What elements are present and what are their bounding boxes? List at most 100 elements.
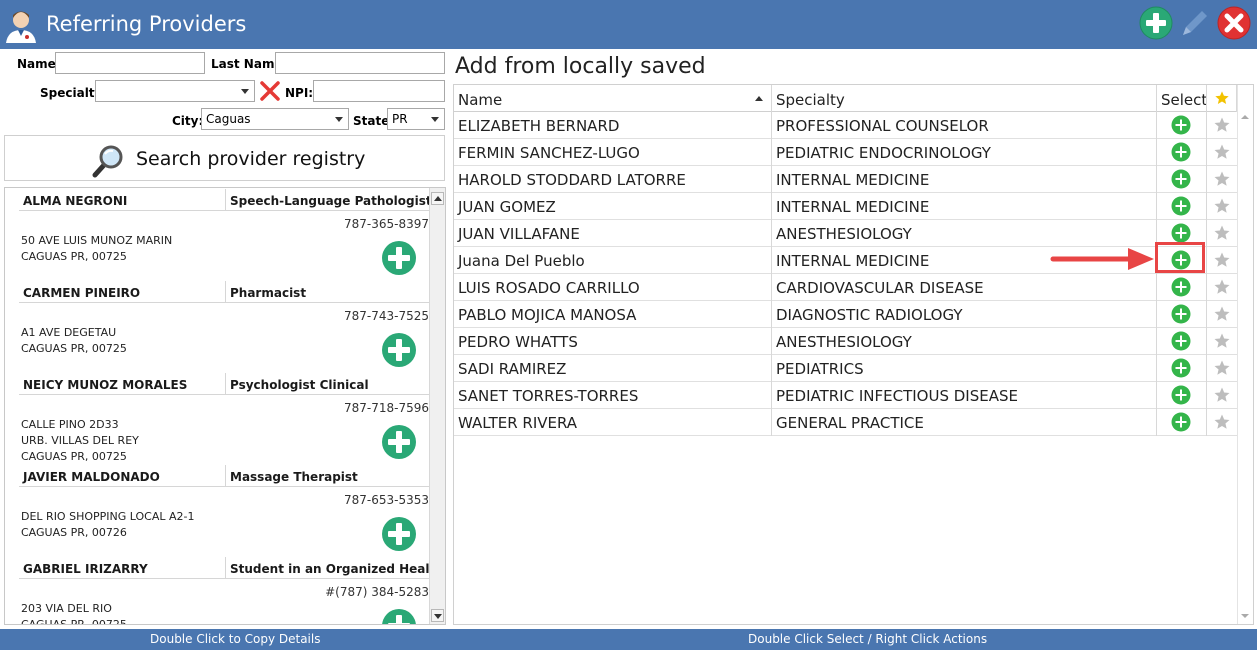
grid-row[interactable]: PEDRO WHATTS ANESTHESIOLOGY [454,328,1237,355]
scroll-down-icon[interactable] [1241,614,1249,618]
last-name-input[interactable] [275,52,445,74]
local-providers-grid[interactable]: Name Specialty Select ELIZABETH BERNARD P… [453,84,1254,625]
grid-cell-name: JUAN VILLAFANE [458,225,580,243]
state-select[interactable]: PR [387,108,445,130]
chevron-down-icon [335,117,343,122]
favorite-star-icon[interactable] [1213,116,1231,134]
registry-results-list[interactable]: ALMA NEGRONI Speech-Language Pathologist 7… [4,187,446,625]
city-select[interactable]: Caguas [201,108,349,130]
header-divider [225,557,226,579]
grid-row[interactable]: JUAN GOMEZ INTERNAL MEDICINE [454,193,1237,220]
registry-card[interactable]: JAVIER MALDONADO Massage Therapist 787-653… [19,465,433,557]
header-divider [225,189,226,211]
registry-address-line: CALLE PINO 2D33 [21,418,119,431]
registry-card[interactable]: NEICY MUNOZ MORALES Psychologist Clinical… [19,373,433,465]
grid-row[interactable]: PABLO MOJICA MANOSA DIAGNOSTIC RADIOLOGY [454,301,1237,328]
registry-card[interactable]: ALMA NEGRONI Speech-Language Pathologist 7… [19,189,433,281]
favorite-star-icon[interactable] [1213,386,1231,404]
registry-card[interactable]: CARMEN PINEIRO Pharmacist 787-743-7525 A1 A… [19,281,433,373]
select-plus-icon[interactable] [1171,115,1191,135]
name-input[interactable] [55,52,205,74]
specialty-select[interactable] [95,80,255,102]
grid-cell-name: ELIZABETH BERNARD [458,117,620,135]
registry-address-line: CAGUAS PR, 00725 [21,250,127,263]
registry-scrollbar[interactable] [429,188,445,624]
grid-row[interactable]: SADI RAMIREZ PEDIATRICS [454,355,1237,382]
scroll-up-icon[interactable] [1241,115,1249,119]
npi-input[interactable] [313,80,445,102]
grid-row[interactable]: JUAN VILLAFANE ANESTHESIOLOGY [454,220,1237,247]
grid-header: Name Specialty Select [454,85,1253,112]
grid-row[interactable]: ELIZABETH BERNARD PROFESSIONAL COUNSELOR [454,112,1237,139]
add-provider-plus-icon[interactable] [381,608,417,624]
registry-provider-name: CARMEN PINEIRO [23,286,141,300]
select-plus-icon[interactable] [1171,142,1191,162]
grid-row[interactable]: SANET TORRES-TORRES PEDIATRIC INFECTIOUS … [454,382,1237,409]
favorite-star-icon[interactable] [1213,197,1231,215]
sort-ascending-icon [755,96,763,101]
grid-cell-name: JUAN GOMEZ [458,198,556,216]
grid-scrollbar[interactable] [1237,85,1253,624]
favorite-star-icon[interactable] [1213,143,1231,161]
favorite-star-icon[interactable] [1213,278,1231,296]
favorite-star-icon[interactable] [1213,251,1231,269]
favorite-star-icon[interactable] [1213,224,1231,242]
add-provider-plus-icon[interactable] [381,240,417,276]
add-provider-plus-icon[interactable] [381,424,417,460]
select-plus-icon[interactable] [1171,223,1191,243]
grid-row[interactable]: WALTER RIVERA GENERAL PRACTICE [454,409,1237,436]
search-registry-button[interactable]: Search provider registry [4,135,445,181]
select-plus-icon[interactable] [1171,169,1191,189]
favorite-star-icon[interactable] [1213,413,1231,431]
magnifier-icon [92,145,123,178]
grid-row[interactable]: HAROLD STODDARD LATORRE INTERNAL MEDICINE [454,166,1237,193]
state-value: PR [392,112,408,126]
registry-provider-name: NEICY MUNOZ MORALES [23,378,188,392]
edit-pencil-icon[interactable] [1177,5,1213,41]
grid-cell-specialty: GENERAL PRACTICE [776,414,924,432]
select-plus-icon[interactable] [1171,304,1191,324]
add-provider-plus-icon[interactable] [381,332,417,368]
clear-specialty-icon[interactable] [259,80,281,102]
grid-cell-specialty: PROFESSIONAL COUNSELOR [776,117,989,135]
favorite-star-icon[interactable] [1213,332,1231,350]
select-plus-icon[interactable] [1171,331,1191,351]
grid-row[interactable]: LUIS ROSADO CARRILLO CARDIOVASCULAR DISEA… [454,274,1237,301]
add-provider-plus-icon[interactable] [381,516,417,552]
column-header-name[interactable]: Name [454,85,506,112]
grid-cell-name: LUIS ROSADO CARRILLO [458,279,640,297]
favorite-star-icon[interactable] [1213,305,1231,323]
registry-card[interactable]: GABRIEL IRIZARRY Student in an Organized … [19,557,433,624]
favorite-star-icon[interactable] [1213,359,1231,377]
chevron-down-icon [431,117,439,122]
registry-provider-specialty: Pharmacist [230,286,307,300]
select-plus-icon[interactable] [1171,277,1191,297]
registry-address-line: CAGUAS PR, 00726 [21,526,127,539]
select-plus-icon[interactable] [1171,412,1191,432]
city-value: Caguas [206,112,251,126]
scroll-down-icon[interactable] [431,609,444,622]
grid-row[interactable]: FERMIN SANCHEZ-LUGO PEDIATRIC ENDOCRINOLO… [454,139,1237,166]
chevron-down-icon [241,89,249,94]
add-provider-button[interactable] [1138,5,1174,41]
registry-address-line: A1 AVE DEGETAU [21,326,117,339]
favorite-star-icon[interactable] [1213,170,1231,188]
scroll-up-icon[interactable] [431,192,444,205]
header-divider [225,373,226,395]
close-button[interactable] [1216,5,1252,41]
registry-provider-name: JAVIER MALDONADO [23,470,160,484]
registry-provider-name: GABRIEL IRIZARRY [23,562,148,576]
column-header-select[interactable]: Select [1157,85,1211,112]
favorite-header-star-icon[interactable] [1214,90,1230,106]
registry-provider-phone: #(787) 384-5283 [325,585,429,599]
select-plus-icon[interactable] [1171,385,1191,405]
registry-provider-phone: 787-365-8397 [343,217,429,231]
column-header-specialty[interactable]: Specialty [772,85,849,112]
annotation-arrow-icon [1050,248,1154,270]
status-left-hint: Double Click to Copy Details [150,632,321,646]
select-plus-icon[interactable] [1171,196,1191,216]
registry-provider-specialty: Student in an Organized Health C... [230,562,430,576]
doctor-avatar-icon [6,11,36,43]
column-divider [1156,112,1157,436]
select-plus-icon[interactable] [1171,358,1191,378]
